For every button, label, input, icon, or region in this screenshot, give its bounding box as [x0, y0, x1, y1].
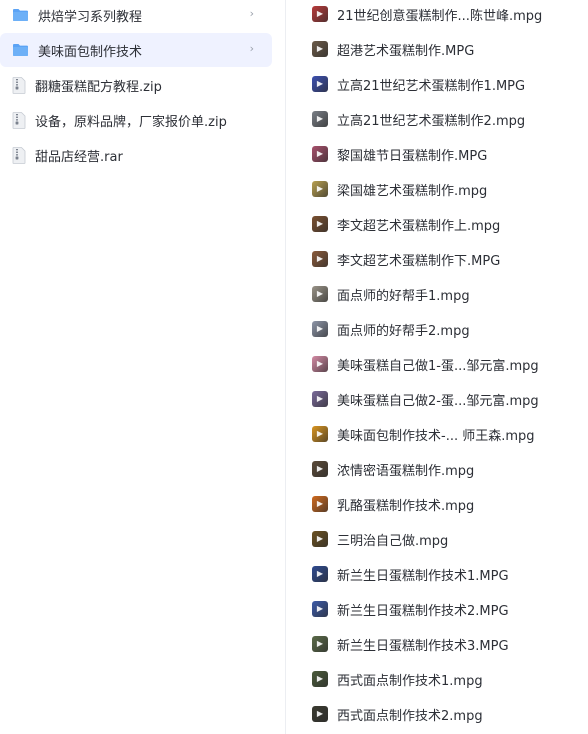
zip-file-icon	[12, 146, 26, 164]
video-file-item[interactable]: ▶ 李文超艺术蛋糕制作下.MPG	[312, 243, 582, 275]
file-label: 美味面包制作技术-... 师王森.mpg	[337, 428, 535, 444]
video-file-item[interactable]: ▶ 21世纪创意蛋糕制作...陈世峰.mpg	[312, 0, 582, 30]
file-label: 三明治自己做.mpg	[337, 533, 449, 549]
file-label: 立高21世纪艺术蛋糕制作1.MPG	[337, 78, 526, 94]
folder-icon	[13, 44, 28, 56]
video-thumbnail-icon: ▶	[312, 181, 328, 197]
left-item-baking-series-folder[interactable]: 烘焙学习系列教程 ›	[0, 0, 272, 32]
file-label: 李文超艺术蛋糕制作下.MPG	[337, 253, 501, 269]
left-item-equipment-price-zip[interactable]: 设备，原料品牌，厂家报价单.zip	[0, 103, 272, 137]
video-thumbnail-icon: ▶	[312, 286, 328, 302]
video-file-item[interactable]: ▶ 新兰生日蛋糕制作技术1.MPG	[312, 558, 582, 590]
video-thumbnail-icon: ▶	[312, 671, 328, 687]
file-label: 西式面点制作技术1.mpg	[337, 673, 483, 689]
video-thumbnail-icon: ▶	[312, 321, 328, 337]
video-thumbnail-icon: ▶	[312, 6, 328, 22]
file-label: 浓情密语蛋糕制作.mpg	[337, 463, 475, 479]
video-thumbnail-icon: ▶	[312, 41, 328, 57]
video-thumbnail-icon: ▶	[312, 391, 328, 407]
file-label: 乳酪蛋糕制作技术.mpg	[337, 498, 475, 514]
file-label: 面点师的好帮手1.mpg	[337, 288, 470, 304]
zip-file-icon	[12, 111, 26, 129]
folder-label: 烘焙学习系列教程	[38, 9, 143, 25]
video-file-item[interactable]: ▶ 西式面点制作技术2.mpg	[312, 698, 582, 730]
folder-label: 美味面包制作技术	[38, 44, 143, 60]
file-label: 黎国雄节日蛋糕制作.MPG	[337, 148, 488, 164]
video-thumbnail-icon: ▶	[312, 496, 328, 512]
video-file-item[interactable]: ▶ 面点师的好帮手1.mpg	[312, 278, 582, 310]
file-label: 李文超艺术蛋糕制作上.mpg	[337, 218, 501, 234]
video-file-item[interactable]: ▶ 美味蛋糕自己做1-蛋...邹元富.mpg	[312, 348, 582, 380]
video-file-item[interactable]: ▶ 黎国雄节日蛋糕制作.MPG	[312, 138, 582, 170]
folder-icon	[13, 9, 28, 21]
left-item-fondant-zip[interactable]: 翻糖蛋糕配方教程.zip	[0, 68, 272, 102]
file-label: 美味蛋糕自己做2-蛋...邹元富.mpg	[337, 393, 539, 409]
video-file-item[interactable]: ▶ 浓情密语蛋糕制作.mpg	[312, 453, 582, 485]
left-item-bread-making-folder[interactable]: 美味面包制作技术 ›	[0, 33, 272, 67]
video-thumbnail-icon: ▶	[312, 461, 328, 477]
file-label: 面点师的好帮手2.mpg	[337, 323, 470, 339]
video-thumbnail-icon: ▶	[312, 216, 328, 232]
video-file-item[interactable]: ▶ 西式面点制作技术1.mpg	[312, 663, 582, 695]
video-thumbnail-icon: ▶	[312, 566, 328, 582]
file-list-pane: ▶ 21世纪创意蛋糕制作...陈世峰.mpg ▶ 超港艺术蛋糕制作.MPG ▶ …	[286, 0, 588, 734]
video-thumbnail-icon: ▶	[312, 601, 328, 617]
file-label: 新兰生日蛋糕制作技术1.MPG	[337, 568, 509, 584]
left-item-dessert-shop-rar[interactable]: 甜品店经营.rar	[0, 138, 272, 172]
chevron-right-icon: ›	[249, 7, 254, 20]
video-thumbnail-icon: ▶	[312, 111, 328, 127]
video-file-item[interactable]: ▶ 面点师的好帮手2.mpg	[312, 313, 582, 345]
video-file-item[interactable]: ▶ 超港艺术蛋糕制作.MPG	[312, 33, 582, 65]
file-label: 西式面点制作技术2.mpg	[337, 708, 483, 724]
video-file-item[interactable]: ▶ 乳酪蛋糕制作技术.mpg	[312, 488, 582, 520]
video-file-item[interactable]: ▶ 李文超艺术蛋糕制作上.mpg	[312, 208, 582, 240]
video-thumbnail-icon: ▶	[312, 146, 328, 162]
video-thumbnail-icon: ▶	[312, 531, 328, 547]
file-label: 超港艺术蛋糕制作.MPG	[337, 43, 475, 59]
video-file-item[interactable]: ▶ 美味面包制作技术-... 师王森.mpg	[312, 418, 582, 450]
chevron-right-icon: ›	[249, 42, 254, 55]
video-thumbnail-icon: ▶	[312, 251, 328, 267]
video-thumbnail-icon: ▶	[312, 706, 328, 722]
folder-tree-pane: 烘焙学习系列教程 › 美味面包制作技术 › 翻糖蛋糕配方教程.zip 设备，原料…	[0, 0, 284, 734]
file-label: 梁国雄艺术蛋糕制作.mpg	[337, 183, 488, 199]
video-file-item[interactable]: ▶ 梁国雄艺术蛋糕制作.mpg	[312, 173, 582, 205]
file-label: 新兰生日蛋糕制作技术2.MPG	[337, 603, 509, 619]
file-label: 甜品店经营.rar	[35, 149, 123, 165]
file-label: 设备，原料品牌，厂家报价单.zip	[35, 114, 227, 130]
video-thumbnail-icon: ▶	[312, 356, 328, 372]
video-file-item[interactable]: ▶ 美味蛋糕自己做2-蛋...邹元富.mpg	[312, 383, 582, 415]
file-label: 立高21世纪艺术蛋糕制作2.mpg	[337, 113, 526, 129]
file-label: 翻糖蛋糕配方教程.zip	[35, 79, 162, 95]
video-thumbnail-icon: ▶	[312, 426, 328, 442]
file-label: 21世纪创意蛋糕制作...陈世峰.mpg	[337, 8, 543, 24]
video-file-item[interactable]: ▶ 立高21世纪艺术蛋糕制作1.MPG	[312, 68, 582, 100]
video-thumbnail-icon: ▶	[312, 76, 328, 92]
file-label: 美味蛋糕自己做1-蛋...邹元富.mpg	[337, 358, 539, 374]
file-label: 新兰生日蛋糕制作技术3.MPG	[337, 638, 509, 654]
zip-file-icon	[12, 76, 26, 94]
video-file-item[interactable]: ▶ 新兰生日蛋糕制作技术3.MPG	[312, 628, 582, 660]
video-file-item[interactable]: ▶ 立高21世纪艺术蛋糕制作2.mpg	[312, 103, 582, 135]
video-file-item[interactable]: ▶ 三明治自己做.mpg	[312, 523, 582, 555]
video-thumbnail-icon: ▶	[312, 636, 328, 652]
video-file-item[interactable]: ▶ 新兰生日蛋糕制作技术2.MPG	[312, 593, 582, 625]
